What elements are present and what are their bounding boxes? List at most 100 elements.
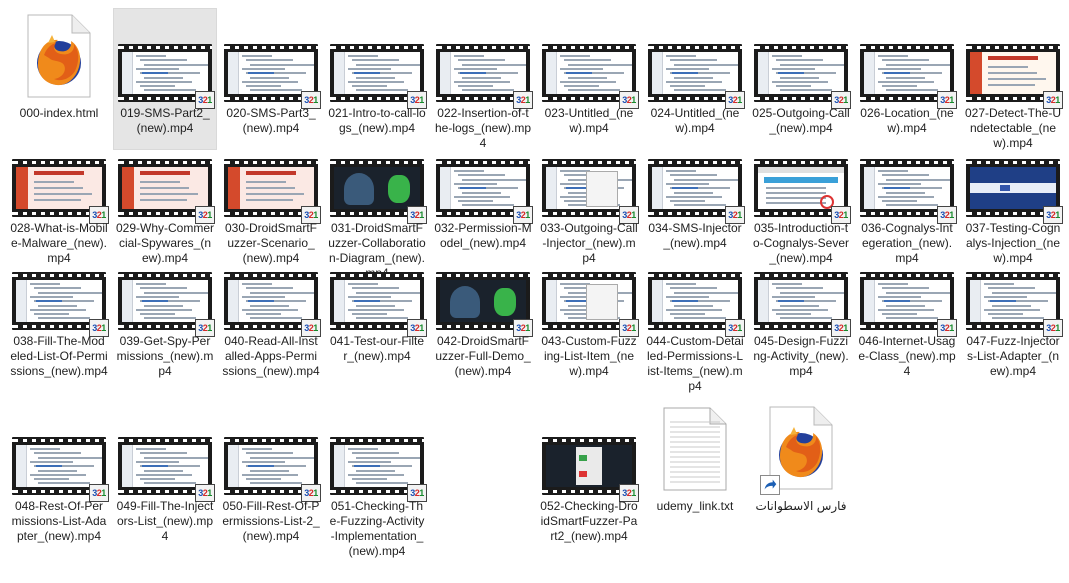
video-frame-preview	[758, 280, 844, 322]
video-frame-preview	[546, 280, 632, 322]
video-thumbnail: 321	[542, 437, 639, 502]
video-thumbnail: 321	[118, 437, 215, 502]
file-name-label: 044-Custom-Detailed-Permissions-List-Ite…	[646, 334, 744, 393]
file-name-label: 049-Fill-The-Injectors-List_(new).mp4	[116, 499, 214, 543]
file-name-label: 047-Fuzz-Injectors-List-Adapter_(new).mp…	[966, 334, 1060, 378]
video-frame-preview	[546, 52, 632, 94]
video-thumbnail: 321	[860, 159, 957, 224]
video-frame-preview	[440, 280, 526, 322]
video-frame-preview	[122, 52, 208, 94]
video-frame-preview	[970, 167, 1056, 209]
video-thumbnail: 321	[12, 437, 109, 502]
file-item[interactable]: 321 038-Fill-The-Modeled-List-Of-Permissi…	[7, 236, 111, 378]
video-thumbnail: 321	[542, 272, 639, 337]
video-thumbnail: 321	[966, 272, 1063, 337]
file-name-label: 039-Get-Spy-Permissions_(new).mp4	[116, 334, 214, 378]
video-frame-preview	[16, 280, 102, 322]
file-item[interactable]: 321 046-Internet-Usage-Class_(new).mp4	[855, 236, 959, 378]
video-thumbnail: 321	[966, 159, 1063, 224]
file-item[interactable]: 321 050-Fill-Rest-Of-Permissions-List-2_(…	[219, 401, 323, 543]
video-thumbnail: 321	[542, 44, 639, 109]
video-thumbnail: 321	[648, 159, 745, 224]
video-frame-preview	[758, 52, 844, 94]
firefox-html-icon	[26, 13, 92, 99]
file-item[interactable]: 321 039-Get-Spy-Permissions_(new).mp4	[113, 236, 217, 378]
video-frame-preview	[334, 52, 420, 94]
video-frame-preview	[652, 52, 738, 94]
file-name-label: 045-Design-Fuzzing-Activity_(new).mp4	[753, 334, 849, 378]
video-thumbnail: 321	[754, 44, 851, 109]
video-thumbnail: 321	[436, 44, 533, 109]
video-thumbnail: 321	[118, 272, 215, 337]
video-frame-preview	[864, 52, 950, 94]
video-frame-preview	[122, 445, 208, 487]
video-thumbnail: 321	[330, 272, 427, 337]
file-item[interactable]: 321 047-Fuzz-Injectors-List-Adapter_(new)…	[961, 236, 1065, 378]
video-thumbnail: 321	[12, 272, 109, 337]
file-item[interactable]: 321 044-Custom-Detailed-Permissions-List-…	[643, 236, 747, 393]
video-frame-preview	[16, 445, 102, 487]
video-thumbnail: 321	[648, 44, 745, 109]
file-item[interactable]: 321 045-Design-Fuzzing-Activity_(new).mp4	[749, 236, 853, 378]
file-item[interactable]: 321 042-DroidSmartFuzzer-Full-Demo_(new).…	[431, 236, 535, 378]
video-thumbnail: 321	[860, 272, 957, 337]
file-name-label: 042-DroidSmartFuzzer-Full-Demo_(new).mp4	[435, 334, 531, 378]
video-thumbnail: 321	[754, 159, 851, 224]
file-item[interactable]: udemy_link.txt	[643, 401, 747, 543]
video-frame-preview	[864, 280, 950, 322]
video-thumbnail: 321	[436, 272, 533, 337]
file-item[interactable]: فارس الاسطوانات	[749, 401, 853, 543]
video-frame-preview	[546, 445, 632, 487]
file-name-label: 043-Custom-Fuzzing-List-Item_(new).mp4	[541, 334, 637, 378]
video-frame-preview	[440, 52, 526, 94]
file-item[interactable]: 321 048-Rest-Of-Permissions-List-Adapter_…	[7, 401, 111, 543]
file-name-label: udemy_link.txt	[656, 499, 734, 513]
file-name-label: 040-Read-All-Installed-Apps-Permissions_…	[222, 334, 320, 378]
video-thumbnail: 321	[224, 44, 321, 109]
video-thumbnail: 321	[330, 44, 427, 109]
video-frame-preview	[122, 280, 208, 322]
video-frame-preview	[758, 167, 844, 209]
file-name-label: 041-Test-our-Filter_(new).mp4	[329, 334, 425, 363]
file-item[interactable]: 321 043-Custom-Fuzzing-List-Item_(new).mp…	[537, 236, 641, 378]
file-item[interactable]: 321 049-Fill-The-Injectors-List_(new).mp4	[113, 401, 217, 543]
video-frame-preview	[334, 280, 420, 322]
video-frame-preview	[228, 445, 314, 487]
file-name-label: 038-Fill-The-Modeled-List-Of-Permissions…	[10, 334, 108, 378]
video-thumbnail: 321	[12, 159, 109, 224]
video-frame-preview	[970, 52, 1056, 94]
file-name-label: 000-index.html	[19, 106, 99, 120]
video-thumbnail: 321	[224, 272, 321, 337]
file-name-label: فارس الاسطوانات	[755, 499, 847, 513]
video-frame-preview	[440, 167, 526, 209]
file-item[interactable]: 321 052-Checking-DroidSmartFuzzer-Part2_(…	[537, 401, 641, 543]
file-name-label: 051-Checking-The-Fuzzing-Activity-Implem…	[329, 499, 425, 558]
shortcut-arrow-icon	[760, 475, 780, 495]
firefox-shortcut-icon	[760, 405, 834, 495]
file-grid: 000-index.html 321 019-SMS-Part2_(new).mp4…	[0, 0, 1069, 583]
file-item[interactable]: 321 040-Read-All-Installed-Apps-Permissio…	[219, 236, 323, 378]
video-thumbnail: 321	[118, 159, 215, 224]
video-frame-preview	[652, 280, 738, 322]
video-thumbnail: 321	[436, 159, 533, 224]
video-frame-preview	[228, 280, 314, 322]
video-thumbnail: 321	[330, 159, 427, 224]
file-name-label: 046-Internet-Usage-Class_(new).mp4	[858, 334, 956, 378]
video-frame-preview	[122, 167, 208, 209]
file-name-label: 050-Fill-Rest-Of-Permissions-List-2_(new…	[222, 499, 320, 543]
file-item[interactable]: 321 051-Checking-The-Fuzzing-Activity-Imp…	[325, 401, 429, 558]
file-name-label: 048-Rest-Of-Permissions-List-Adapter_(ne…	[11, 499, 107, 543]
video-thumbnail: 321	[118, 44, 215, 109]
video-frame-preview	[864, 167, 950, 209]
video-thumbnail: 321	[648, 272, 745, 337]
video-frame-preview	[228, 52, 314, 94]
video-frame-preview	[970, 280, 1056, 322]
video-frame-preview	[652, 167, 738, 209]
video-thumbnail: 321	[224, 159, 321, 224]
video-thumbnail: 321	[860, 44, 957, 109]
video-frame-preview	[228, 167, 314, 209]
video-thumbnail: 321	[754, 272, 851, 337]
file-item[interactable]: 321 041-Test-our-Filter_(new).mp4	[325, 236, 429, 378]
text-file-icon	[662, 406, 728, 492]
file-name-label: 052-Checking-DroidSmartFuzzer-Part2_(new…	[540, 499, 638, 543]
